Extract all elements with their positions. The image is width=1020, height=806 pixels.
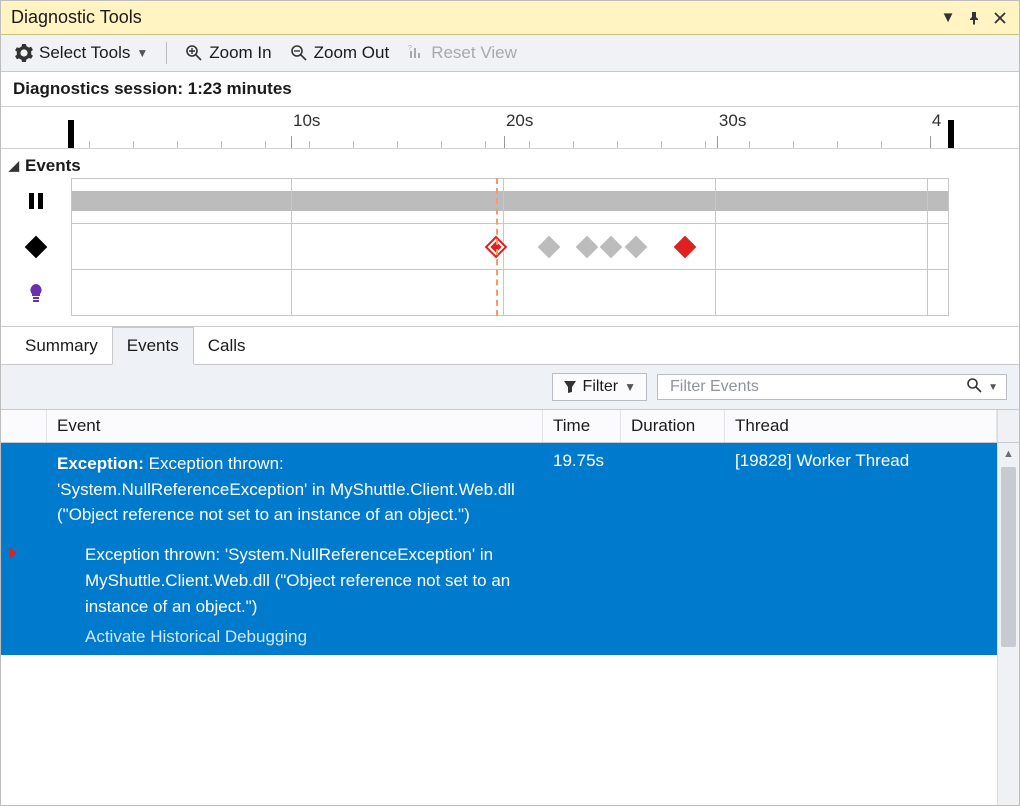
toolbar-separator: [166, 42, 167, 64]
break-bar: [72, 191, 948, 211]
filter-input[interactable]: [668, 377, 962, 397]
scroll-thumb[interactable]: [1001, 467, 1016, 647]
titlebar: Diagnostic Tools ▼: [1, 1, 1019, 35]
events-section-header[interactable]: ◢ Events: [1, 152, 1019, 178]
lane-break-track[interactable]: [71, 178, 949, 224]
event-marker[interactable]: [576, 235, 599, 258]
reset-view-icon: ?: [407, 44, 425, 62]
lane-intellitrace: [1, 270, 1019, 316]
reset-view-label: Reset View: [431, 43, 517, 63]
row-gutter: [1, 443, 47, 655]
scroll-gutter: [997, 410, 1019, 442]
svg-text:?: ?: [408, 45, 412, 52]
tab-calls[interactable]: Calls: [194, 328, 260, 364]
lane-break: [1, 178, 1019, 224]
grid-rows: Exception: Exception thrown: 'System.Nul…: [1, 443, 997, 805]
event-prefix: Exception:: [57, 454, 144, 473]
events-section-title: Events: [25, 156, 81, 176]
select-tools-button[interactable]: Select Tools ▼: [11, 41, 152, 65]
funnel-icon: [563, 380, 577, 394]
collapse-caret-icon: ◢: [9, 158, 19, 174]
grid-body: Exception: Exception thrown: 'System.Nul…: [1, 443, 1019, 805]
event-marker[interactable]: [625, 235, 648, 258]
events-section: ◢ Events: [1, 149, 1019, 326]
event-marker[interactable]: [599, 235, 622, 258]
tab-summary[interactable]: Summary: [11, 328, 112, 364]
filter-button[interactable]: Filter ▼: [552, 373, 647, 401]
dropdown-menu-icon[interactable]: ▼: [939, 9, 957, 27]
reset-view-button[interactable]: ? Reset View: [403, 41, 521, 65]
event-marker[interactable]: [674, 235, 697, 258]
chevron-down-icon: ▼: [136, 46, 148, 60]
zoom-in-button[interactable]: Zoom In: [181, 41, 275, 65]
zoom-out-button[interactable]: Zoom Out: [286, 41, 394, 65]
tab-events[interactable]: Events: [112, 327, 194, 365]
bulb-icon: [1, 270, 71, 316]
cell-duration: [621, 443, 725, 655]
scroll-up-icon[interactable]: ▲: [998, 443, 1019, 465]
timeline-lanes: [1, 178, 1019, 316]
filter-bar: Filter ▼ ▼: [1, 365, 1019, 410]
toolbar: Select Tools ▼ Zoom In Zoom Out ? Reset …: [1, 35, 1019, 72]
diagnostic-tools-window: Diagnostic Tools ▼ Select Tools ▼ Zoom I…: [0, 0, 1020, 806]
cell-thread: [19828] Worker Thread: [725, 443, 997, 655]
session-value: 1:23 minutes: [188, 79, 292, 98]
session-info: Diagnostics session: 1:23 minutes: [1, 72, 1019, 107]
session-label: Diagnostics session:: [13, 79, 183, 98]
lane-intellitrace-track[interactable]: [71, 270, 949, 316]
cell-event: Exception: Exception thrown: 'System.Nul…: [47, 443, 543, 655]
gear-icon: [15, 44, 33, 62]
vertical-scrollbar[interactable]: ▲: [997, 443, 1019, 805]
col-header-time[interactable]: Time: [543, 410, 621, 442]
search-icon[interactable]: [962, 377, 986, 397]
chevron-down-icon: ▼: [624, 380, 636, 394]
diamond-icon: [1, 224, 71, 270]
col-header-thread[interactable]: Thread: [725, 410, 997, 442]
grid-header: Event Time Duration Thread: [1, 410, 1019, 443]
zoom-in-label: Zoom In: [209, 43, 271, 63]
window-title: Diagnostic Tools: [11, 7, 931, 28]
activate-historical-debugging-link[interactable]: Activate Historical Debugging: [85, 627, 533, 647]
event-marker[interactable]: [538, 235, 561, 258]
table-row[interactable]: Exception: Exception thrown: 'System.Nul…: [1, 443, 997, 655]
search-dropdown-icon[interactable]: ▼: [986, 382, 1000, 393]
col-header-duration[interactable]: Duration: [621, 410, 725, 442]
lane-events-track[interactable]: [71, 224, 949, 270]
select-tools-label: Select Tools: [39, 43, 130, 63]
zoom-out-label: Zoom Out: [314, 43, 390, 63]
detail-tabs: Summary Events Calls: [1, 326, 1019, 365]
pause-icon: [1, 178, 71, 224]
close-icon[interactable]: [991, 9, 1009, 27]
col-header-event[interactable]: Event: [47, 410, 543, 442]
pin-icon[interactable]: [965, 9, 983, 27]
cell-time: 19.75s: [543, 443, 621, 655]
zoom-out-icon: [290, 44, 308, 62]
filter-search[interactable]: ▼: [657, 374, 1007, 400]
timeline-ruler[interactable]: 10s20s30s4: [1, 107, 1019, 149]
lane-events: [1, 224, 1019, 270]
event-detail-text: Exception thrown: 'System.NullReferenceE…: [85, 542, 533, 621]
zoom-in-icon: [185, 44, 203, 62]
filter-button-label: Filter: [583, 378, 619, 396]
grid-header-gutter: [1, 410, 47, 442]
